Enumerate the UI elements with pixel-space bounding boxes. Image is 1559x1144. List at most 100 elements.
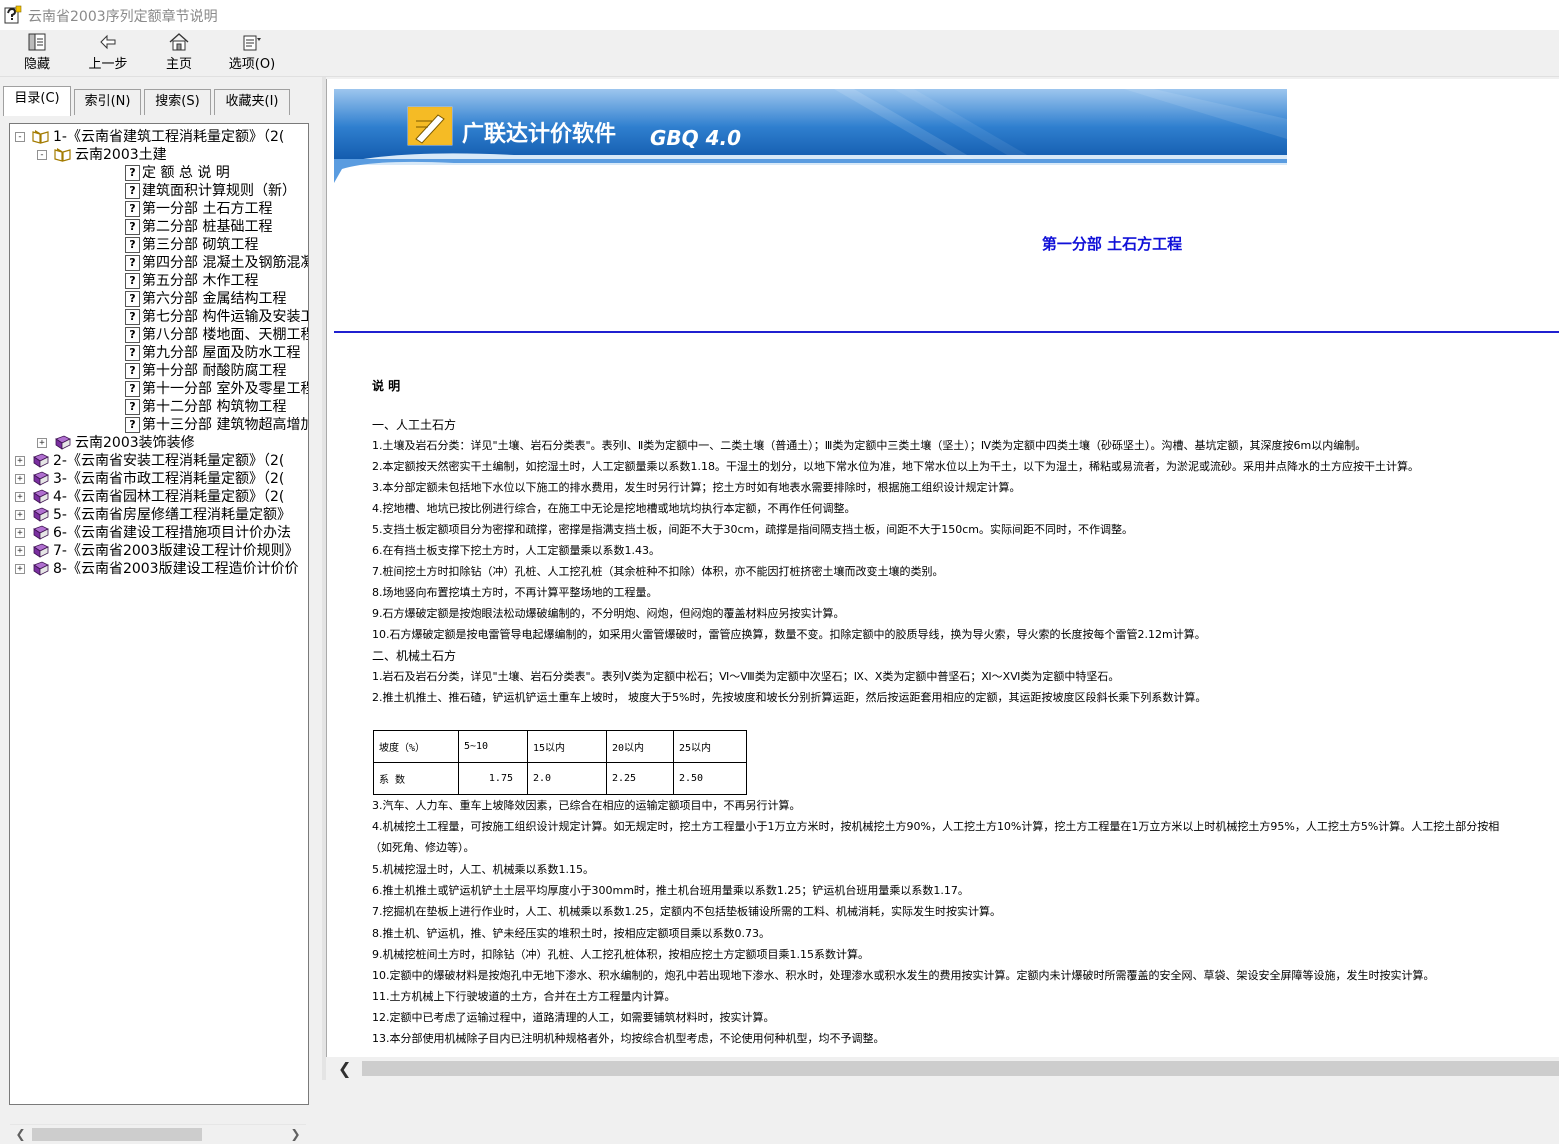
help-page-icon: ?	[125, 327, 140, 343]
banner-logo-icon	[407, 106, 453, 146]
tree-item-label: 第三分部 砌筑工程	[142, 237, 259, 253]
description-line: 5.支挡土板定额项目分为密撑和疏撑，密撑是指满支挡土板，间距不大于30cm，疏撑…	[372, 523, 1134, 536]
table-cell: 25以内	[673, 730, 747, 763]
help-page-icon: ?	[125, 345, 140, 361]
expand-icon[interactable]: +	[15, 456, 25, 466]
collapse-icon[interactable]: -	[15, 132, 25, 142]
closed-book-icon	[55, 435, 71, 450]
description-line: 12.定额中已考虑了运输过程中，道路清理的人工，如需要铺筑材料时，按实计算。	[372, 1011, 775, 1024]
description-line: 5.机械挖湿土时，人工、机械乘以系数1.15。	[372, 863, 594, 876]
help-page-icon: ?	[125, 291, 140, 307]
description-line: 3.本分部定额未包括地下水位以下施工的排水费用，发生时另行计算；挖土方时如有地表…	[372, 481, 1021, 494]
description-line: 6.在有挡土板支撑下挖土方时，人工定额量乘以系数1.43。	[372, 544, 660, 557]
tree-item-label: 1-《云南省建筑工程消耗量定额》（2(	[53, 129, 285, 145]
tree-item-label: 建筑面积计算规则（新）	[142, 183, 296, 199]
back-arrow-icon	[100, 34, 116, 50]
options-icon	[243, 35, 261, 51]
table-row: 坡度（%） 5~10 15以内 20以内 25以内	[373, 730, 747, 763]
table-row: 系 数 1.75 2.0 2.25 2.50	[373, 762, 747, 795]
help-page-icon: ?	[125, 363, 140, 379]
tree-item-label: 第十二分部 构筑物工程	[142, 399, 287, 415]
help-page-icon: ?	[125, 399, 140, 415]
contents-tree[interactable]: -1-《云南省建筑工程消耗量定额》（2(- 云南2003土建? 定 额 总 说 明?…	[9, 123, 309, 1105]
tree-item-label: 6-《云南省建设工程措施项目计价办法	[53, 525, 291, 541]
back-button[interactable]: 上一步	[80, 30, 136, 76]
collapse-icon[interactable]: -	[37, 150, 47, 160]
table-cell: 1.75	[458, 762, 528, 795]
content-horizontal-scrollbar[interactable]: ❮	[326, 1057, 1559, 1080]
table-cell: 系 数	[373, 762, 459, 795]
help-page-icon: ?	[125, 219, 140, 235]
tree-item-label: 第二分部 桩基础工程	[142, 219, 273, 235]
help-page-icon: ?	[125, 309, 140, 325]
tree-item-label: 第五分部 木作工程	[142, 273, 259, 289]
description-line: 2.本定额按天然密实干土编制，如挖湿土时，人工定额量乘以系数1.18。干湿土的划…	[372, 460, 1419, 473]
table-cell: 2.25	[606, 762, 674, 795]
tab-search[interactable]: 搜索(S)	[144, 89, 211, 115]
slope-coefficient-table: 坡度（%） 5~10 15以内 20以内 25以内 系 数 1.75 2.0 2…	[373, 730, 747, 795]
tree-item-label: 第八分部 楼地面、天棚工程	[142, 327, 309, 343]
expand-icon[interactable]: +	[15, 564, 25, 574]
tree-item-label: 云南2003土建	[75, 147, 167, 163]
description-line: 2.推土机推土、推石碴，铲运机铲运土重车上坡时， 坡度大于5%时，先按坡度和坡长…	[372, 691, 1207, 704]
software-banner: 广联达计价软件 GBQ 4.0	[334, 89, 1287, 183]
scrollbar-thumb[interactable]	[32, 1128, 202, 1141]
tree-item-label: 定 额 总 说 明	[142, 165, 230, 181]
description-line: 1.土壤及岩石分类：详见"土壤、岩石分类表"。表列Ⅰ、Ⅱ类为定额中一、二类土壤（…	[372, 439, 1367, 452]
expand-icon[interactable]: +	[15, 528, 25, 538]
closed-book-icon	[33, 489, 49, 504]
expand-icon[interactable]: +	[37, 438, 47, 448]
description-line: 9.石方爆破定额是按炮眼法松动爆破编制的，不分明炮、闷炮，但闷炮的覆盖材料应另按…	[372, 607, 845, 620]
tree-item-label: 8-《云南省2003版建设工程造价计价价	[53, 561, 299, 577]
description-line: 4.机械挖土工程量，可按施工组织设计规定计算。如无规定时，挖土方工程量小于1万立…	[372, 820, 1500, 833]
tree-item-label: 第九分部 屋面及防水工程	[142, 345, 301, 361]
tree-horizontal-scrollbar[interactable]: ❮ ❯	[10, 1124, 306, 1144]
expand-icon[interactable]: +	[15, 474, 25, 484]
tab-contents[interactable]: 目录(C)	[3, 86, 71, 116]
expand-icon[interactable]: +	[15, 546, 25, 556]
hide-button[interactable]: 隐藏	[16, 30, 58, 76]
description-line: 4.挖地槽、地坑已按比例进行综合，在施工中无论是挖地槽或地坑均执行本定额，不再作…	[372, 502, 856, 515]
description-line: 3.汽车、人力车、重车上坡降效因素，已综合在相应的运输定额项目中，不再另行计算。	[372, 799, 801, 812]
table-cell: 15以内	[527, 730, 607, 763]
help-page-icon: ?	[125, 165, 140, 181]
description-line: 7.挖掘机在垫板上进行作业时，人工、机械乘以系数1.25，定额内不包括垫板铺设所…	[372, 905, 1001, 918]
tree-item-label: 第十分部 耐酸防腐工程	[142, 363, 287, 379]
page-title: 第一分部 土石方工程	[1041, 235, 1183, 253]
scroll-left-icon[interactable]: ❮	[338, 1059, 351, 1078]
tree-item-label: 5-《云南省房屋修缮工程消耗量定额》	[53, 507, 291, 523]
options-button[interactable]: 选项(O)	[222, 30, 282, 76]
back-button-label: 上一步	[88, 57, 128, 72]
tree-item-label: 第十一分部 室外及零星工程	[142, 381, 309, 397]
closed-book-icon	[33, 525, 49, 540]
scroll-left-icon[interactable]: ❮	[12, 1126, 29, 1143]
table-cell: 20以内	[606, 730, 674, 763]
tab-index[interactable]: 索引(N)	[74, 89, 141, 115]
description-line: 10.石方爆破定额是按电雷管导电起爆编制的，如采用火雷管爆破时，雷管应换算，数量…	[372, 628, 1206, 641]
banner-title: 广联达计价软件	[462, 121, 616, 147]
tree-item-label: 4-《云南省园林工程消耗量定额》（2(	[53, 489, 285, 505]
scrollbar-thumb[interactable]	[362, 1061, 1559, 1076]
tree-item-label: 第七分部 构件运输及安装工程	[142, 309, 308, 325]
tree-item-label: 7-《云南省2003版建设工程计价规则》	[53, 543, 299, 559]
description-line: 11.土方机械上下行驶坡道的土方，合并在土方工程量内计算。	[372, 990, 676, 1003]
expand-icon[interactable]: +	[15, 492, 25, 502]
topic-content: 广联达计价软件 GBQ 4.0 第一分部 土石方工程 说 明 一、人工土石方 1.…	[326, 79, 1559, 1057]
hide-icon	[28, 33, 46, 51]
tree-item-label: 云南2003装饰装修	[75, 435, 195, 451]
table-cell: 2.50	[673, 762, 747, 795]
scroll-right-icon[interactable]: ❯	[287, 1126, 304, 1143]
toolbar: 隐藏 上一步 主页 选项(O)	[0, 30, 1559, 77]
title-bar: 云南省2003序列定额章节说明	[0, 0, 1559, 30]
home-button[interactable]: 主页	[158, 30, 200, 76]
open-book-icon	[32, 130, 49, 144]
help-app-icon	[4, 5, 22, 24]
navigation-pane: 目录(C) 索引(N) 搜索(S) 收藏夹(I) -1-《云南省建筑工程消耗量定…	[0, 77, 322, 1144]
home-icon	[169, 33, 189, 51]
expand-icon[interactable]: +	[15, 510, 25, 520]
tab-favorites[interactable]: 收藏夹(I)	[214, 89, 290, 115]
help-page-icon: ?	[125, 183, 140, 199]
tree-item-label: 第六分部 金属结构工程	[142, 291, 287, 307]
tree-item-label: 2-《云南省安装工程消耗量定额》（2(	[53, 453, 285, 469]
description-line: 1.岩石及岩石分类，详见"土壤、岩石分类表"。表列Ⅴ类为定额中松石；Ⅵ～Ⅷ类为定…	[372, 670, 1120, 683]
